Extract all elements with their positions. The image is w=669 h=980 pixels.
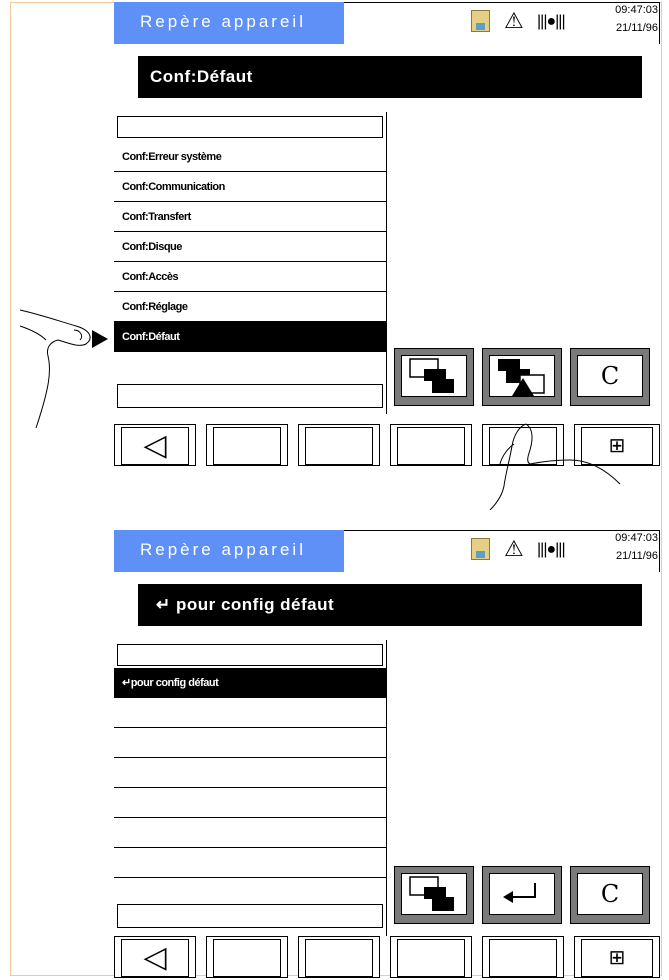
pointing-hand-left-icon (19, 309, 91, 429)
signal-icon: |||●||| (537, 13, 566, 30)
signal-icon: |||●||| (537, 541, 566, 558)
bottom-toolbar: ◁ ⊞ (114, 936, 660, 980)
clock-date: 21/11/96 (615, 22, 658, 34)
back-button[interactable]: ◁ (114, 424, 196, 466)
windows-back-icon (401, 355, 467, 397)
function-key-3[interactable] (298, 936, 380, 978)
enter-icon (489, 873, 555, 915)
function-key-5[interactable] (482, 936, 564, 978)
function-key-2[interactable] (206, 424, 288, 466)
page-title: ↵ pour config défaut (138, 584, 642, 626)
app-title: Repère appareil (114, 530, 344, 572)
up-arrow-icon (512, 378, 534, 396)
status-area: ⚠ |||●||| 09:47:03 21/11/96 (344, 530, 660, 572)
list-frame (114, 640, 387, 936)
function-key-2[interactable] (206, 936, 288, 978)
c-icon: C (577, 873, 643, 915)
warning-triangle-icon: ⚠ (504, 8, 524, 33)
function-key-4[interactable] (390, 936, 472, 978)
floppy-disk-icon (471, 10, 490, 32)
back-triangle-icon: ◁ (143, 429, 167, 462)
warning-triangle-icon: ⚠ (504, 536, 524, 561)
c-icon: C (577, 355, 643, 397)
device-screen-1: Repère appareil ⚠ |||●||| 09:47:03 21/11… (114, 2, 660, 466)
softkey-row: C (392, 866, 660, 926)
window-back-button[interactable] (394, 348, 474, 406)
floppy-disk-icon (471, 538, 490, 560)
clock-time: 09:47:03 (615, 532, 658, 544)
list-frame (114, 112, 387, 414)
windows-back-icon (401, 873, 467, 915)
back-button[interactable]: ◁ (114, 936, 196, 978)
status-area: ⚠ |||●||| 09:47:03 21/11/96 (344, 2, 660, 44)
clock: 09:47:03 21/11/96 (594, 531, 658, 563)
clock-time: 09:47:03 (615, 4, 658, 16)
window-grid-icon: ⊞ (608, 947, 626, 969)
clock: 09:47:03 21/11/96 (594, 3, 658, 35)
clear-button[interactable]: C (570, 348, 650, 406)
function-key-4[interactable] (390, 424, 472, 466)
pointing-hand-bottom-icon (489, 423, 621, 510)
window-back-button[interactable] (394, 866, 474, 924)
window-front-button[interactable] (482, 348, 562, 406)
function-key-3[interactable] (298, 424, 380, 466)
title-bar: Repère appareil ⚠ |||●||| 09:47:03 21/11… (114, 2, 660, 44)
back-triangle-icon: ◁ (143, 941, 167, 974)
enter-button[interactable] (482, 866, 562, 924)
device-screen-2: Repère appareil ⚠ |||●||| 09:47:03 21/11… (114, 530, 660, 980)
window-grid-button[interactable]: ⊞ (574, 936, 660, 978)
title-bar: Repère appareil ⚠ |||●||| 09:47:03 21/11… (114, 530, 660, 572)
page-title: Conf:Défaut (138, 56, 642, 98)
app-title: Repère appareil (114, 2, 344, 44)
clock-date: 21/11/96 (615, 550, 658, 562)
clear-button[interactable]: C (570, 866, 650, 924)
